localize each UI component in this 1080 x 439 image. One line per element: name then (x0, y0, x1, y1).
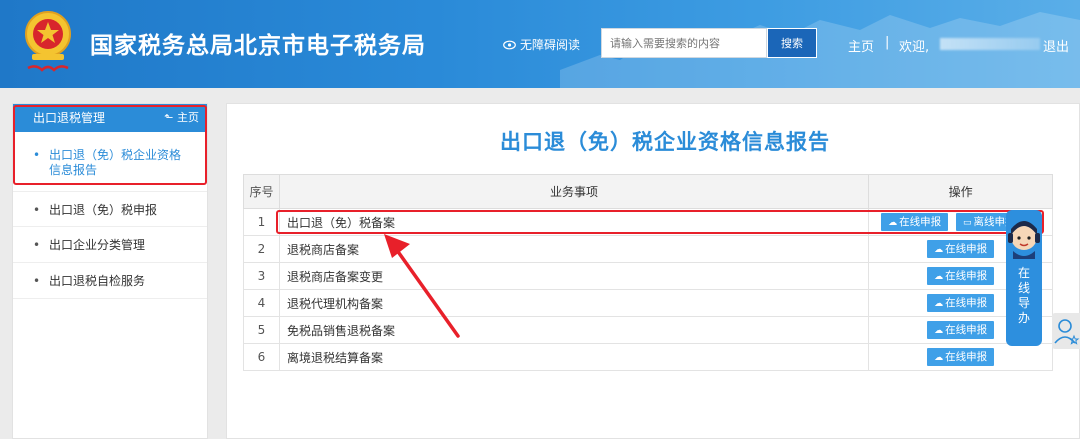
sidebar-item-label: 出口退（免）税申报 (49, 203, 158, 217)
bullet-dot: • (33, 203, 41, 217)
online-declare-button[interactable]: ☁ 在线申报 (927, 321, 995, 339)
assistant-avatar-icon (1008, 221, 1040, 259)
row-number: 1 (243, 208, 280, 236)
sidebar-header-title: 出口退税管理 (33, 111, 106, 125)
row-item: 出口退（免）税备案 (278, 208, 870, 236)
row-number: 4 (243, 289, 280, 317)
nav-welcome-text: 欢迎, (899, 40, 930, 55)
table-row: 1 出口退（免）税备案 ☁ 在线申报 ▭ 离线申报 (243, 208, 1053, 236)
back-arrow-icon: ⬑ (164, 111, 174, 124)
column-header-item: 业务事项 (278, 174, 870, 209)
online-declare-label: 在线申报 (945, 351, 988, 363)
online-declare-label: 在线申报 (899, 216, 942, 228)
nav-home-link[interactable]: 主页 (848, 36, 874, 55)
online-declare-button[interactable]: ☁ 在线申报 (927, 294, 995, 312)
online-declare-label: 在线申报 (945, 243, 988, 255)
nav-separator: | (885, 35, 890, 50)
eye-icon (503, 40, 516, 49)
cloud-upload-icon: ☁ (888, 218, 898, 228)
sidebar-item-label: 出口退税自检服务 (49, 274, 146, 288)
bullet-dot: • (33, 274, 41, 288)
bullet-dot: • (33, 238, 41, 252)
row-number: 5 (243, 316, 280, 344)
user-star-icon (1054, 319, 1080, 345)
page-title: 出口退（免）税企业资格信息报告 (500, 130, 830, 154)
online-declare-button[interactable]: ☁ 在线申报 (927, 267, 995, 285)
online-declare-label: 在线申报 (945, 324, 988, 336)
logout-link[interactable]: 退出 (1043, 36, 1069, 55)
accessibility-link[interactable]: 无障碍阅读 (503, 36, 580, 53)
cloud-upload-icon: ☁ (934, 326, 944, 336)
bullet-dot: • (33, 148, 41, 162)
site-title: 国家税务总局北京市电子税务局 (90, 33, 426, 59)
sidebar-item-classification[interactable]: • 出口企业分类管理 (13, 227, 207, 263)
cloud-upload-icon: ☁ (934, 272, 944, 282)
online-declare-button[interactable]: ☁ 在线申报 (881, 213, 949, 231)
search-button[interactable]: 搜索 (767, 28, 817, 58)
row-item: 离境退税结算备案 (278, 343, 870, 371)
online-declare-button[interactable]: ☁ 在线申报 (927, 240, 995, 258)
cloud-upload-icon: ☁ (934, 353, 944, 363)
cloud-upload-icon: ☁ (934, 299, 944, 309)
sidebar-home-link[interactable]: ⬑ 主页 (164, 104, 199, 132)
row-item: 退税商店备案变更 (278, 262, 870, 290)
cloud-upload-icon: ☁ (934, 245, 944, 255)
sidebar-item-declaration[interactable]: • 出口退（免）税申报 (13, 191, 207, 227)
tax-emblem-logo (25, 11, 71, 72)
table-header-row: 序号 业务事项 操作 (243, 174, 1053, 209)
sidebar-header: 出口退税管理 ⬑ 主页 (13, 104, 207, 132)
row-item: 退税代理机构备案 (278, 289, 870, 317)
column-header-actions: 操作 (868, 174, 1053, 209)
annotation-arrow (384, 234, 460, 338)
sidebar-item-label: 出口企业分类管理 (49, 238, 146, 252)
row-number: 2 (243, 235, 280, 263)
monitor-icon: ▭ (963, 218, 972, 228)
table-row: 6 离境退税结算备案 ☁ 在线申报 (243, 343, 1053, 371)
sidebar: 出口退税管理 ⬑ 主页 • 出口退（免）税企业资格 信息报告 • 出口退（免）税… (12, 103, 208, 439)
sidebar-item-qualification-report[interactable]: • 出口退（免）税企业资格 信息报告 (13, 144, 207, 190)
table-row: 3 退税商店备案变更 ☁ 在线申报 (243, 262, 1053, 290)
online-declare-label: 在线申报 (945, 297, 988, 309)
business-items-table: 序号 业务事项 操作 1 出口退（免）税备案 ☁ 在线申报 ▭ 离线申报 2 退税商… (243, 174, 1053, 371)
sidebar-item-label-line2: 信息报告 (49, 163, 98, 177)
online-declare-label: 在线申报 (945, 270, 988, 282)
row-item: 退税商店备案 (278, 235, 870, 263)
accessibility-label: 无障碍阅读 (520, 38, 581, 52)
search-input[interactable] (601, 28, 767, 58)
user-service-tab[interactable] (1052, 313, 1080, 349)
row-number: 3 (243, 262, 280, 290)
row-number: 6 (243, 343, 280, 371)
sidebar-item-label-line1: 出口退（免）税企业资格 (49, 148, 182, 162)
online-guide-label: 在线导办 (1017, 266, 1030, 325)
online-declare-button[interactable]: ☁ 在线申报 (927, 348, 995, 366)
table-row: 4 退税代理机构备案 ☁ 在线申报 (243, 289, 1053, 317)
table-row: 5 免税品销售退税备案 ☁ 在线申报 (243, 316, 1053, 344)
table-row: 2 退税商店备案 ☁ 在线申报 (243, 235, 1053, 263)
sidebar-home-label: 主页 (177, 111, 199, 124)
sidebar-item-self-check[interactable]: • 出口退税自检服务 (13, 263, 207, 299)
row-item: 免税品销售退税备案 (278, 316, 870, 344)
row-actions: ☁ 在线申报 (868, 343, 1053, 371)
redacted-username (940, 38, 1040, 50)
column-header-no: 序号 (243, 174, 280, 209)
